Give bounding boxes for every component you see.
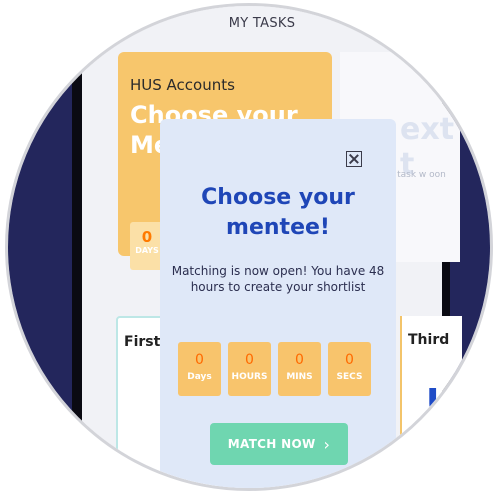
page-title: MY TASKS xyxy=(228,16,296,31)
accounts-card-timer-label: DAYS xyxy=(135,246,159,255)
timer-hours-value: 0 xyxy=(245,352,254,368)
modal-description: Matching is now open! You have 48 hours … xyxy=(171,264,385,294)
accounts-card-title: HUS Accounts xyxy=(130,76,235,94)
chevron-right-icon: › xyxy=(323,434,331,454)
timer-secs-value: 0 xyxy=(345,352,354,368)
timer-mins-label: MINS xyxy=(286,372,313,382)
timer-hours: 0 HOURS xyxy=(228,342,271,396)
match-now-label: MATCH NOW xyxy=(227,437,316,451)
countdown-timer: 0 Days 0 HOURS 0 MINS 0 SECS xyxy=(178,342,371,396)
timer-hours-label: HOURS xyxy=(231,372,268,382)
accounts-card-timer-value: 0 xyxy=(141,228,153,246)
choose-mentee-modal: Choose your mentee! Matching is now open… xyxy=(160,119,396,488)
accounts-card-timer: 0 DAYS xyxy=(130,222,164,270)
app-screen: MY TASKS HUS Accounts Choose your Me 0 D… xyxy=(82,6,462,488)
third-card-logo-letter: U xyxy=(426,382,456,423)
timer-mins: 0 MINS xyxy=(278,342,321,396)
timer-days: 0 Days xyxy=(178,342,221,396)
timer-days-label: Days xyxy=(187,372,212,382)
phone-bezel-left xyxy=(72,66,82,466)
third-card[interactable]: Third U xyxy=(400,316,462,486)
match-now-button[interactable]: MATCH NOW › xyxy=(210,423,348,465)
timer-mins-value: 0 xyxy=(295,352,304,368)
first-card-title: First xyxy=(124,334,161,350)
modal-heading: Choose your mentee! xyxy=(201,185,355,240)
background-left xyxy=(8,6,72,488)
timer-days-value: 0 xyxy=(195,352,204,368)
third-card-title: Third xyxy=(408,332,450,348)
magnified-viewport: MY TASKS HUS Accounts Choose your Me 0 D… xyxy=(8,6,490,488)
timer-secs-label: SECS xyxy=(336,372,363,382)
close-icon[interactable] xyxy=(346,151,362,167)
timer-secs: 0 SECS xyxy=(328,342,371,396)
